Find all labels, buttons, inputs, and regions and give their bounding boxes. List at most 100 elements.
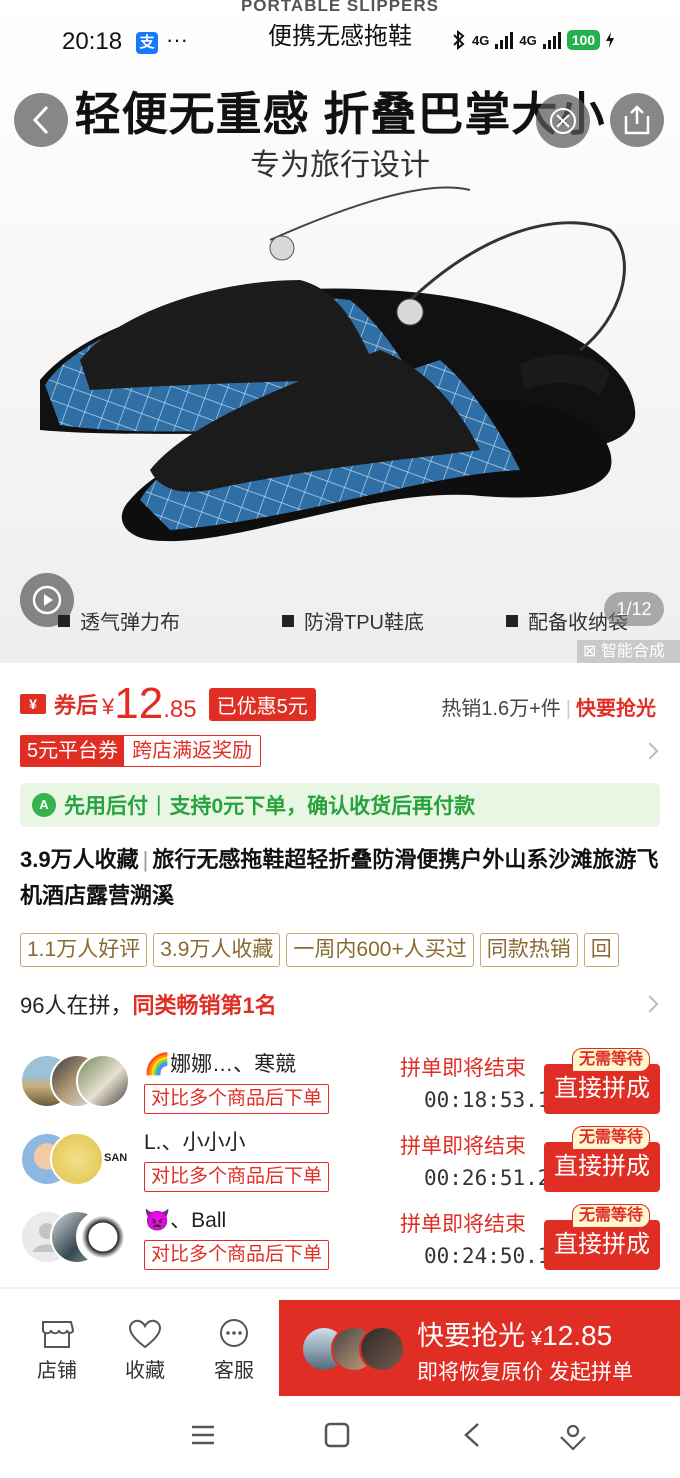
favorite-button[interactable]: 收藏 bbox=[110, 1318, 180, 1383]
store-icon bbox=[42, 1321, 75, 1348]
tag-item: 回 bbox=[583, 933, 619, 967]
buy-title: 快要抢光 ¥12.85 bbox=[417, 1320, 613, 1351]
status-indicators: 4G 4G 100 bbox=[452, 30, 615, 50]
group-count: 96人在拼， bbox=[20, 993, 133, 1018]
pay-later-banner[interactable]: A 先用后付 | 支持0元下单，确认收货后再付款 bbox=[20, 783, 660, 827]
buy-price: 12.85 bbox=[542, 1320, 613, 1351]
charging-icon bbox=[606, 32, 615, 48]
countdown-timer: 00:18:53.1 bbox=[424, 1088, 551, 1112]
coupon-amount: 5元平台券 bbox=[21, 736, 125, 766]
feature-list: 透气弹力布 防滑TPU鞋底 配备收纳袋 bbox=[0, 606, 680, 636]
back-nav-icon[interactable] bbox=[462, 1422, 482, 1448]
sales-info: 热销1.6万+件 | 快要抢光 bbox=[441, 698, 656, 720]
divider bbox=[0, 1287, 680, 1289]
group-row: 👿、Ball 对比多个商品后下单 拼单即将结束 00:24:50.1 直接拼成 … bbox=[20, 1204, 670, 1270]
sales-count: 热销1.6万+件 bbox=[441, 698, 561, 720]
group-buy-button[interactable]: 快要抢光 ¥12.85 即将恢复原价 发起拼单 bbox=[279, 1300, 680, 1396]
group-row: SAN L.、小小小 对比多个商品后下单 拼单即将结束 00:26:51.2 直… bbox=[20, 1126, 670, 1192]
feature-item: 防滑TPU鞋底 bbox=[282, 606, 424, 635]
status-time: 20:18 bbox=[62, 28, 123, 55]
avatar bbox=[76, 1210, 130, 1264]
avatar bbox=[50, 1132, 104, 1186]
avatar-stack: SAN bbox=[20, 1132, 130, 1186]
avatar bbox=[76, 1054, 130, 1108]
discount-badge: 已优惠5元 bbox=[208, 687, 316, 721]
group-member-names: 🌈娜娜…、寒競 bbox=[144, 1053, 297, 1076]
currency-symbol: ¥ bbox=[102, 694, 115, 719]
after-coupon-label: 券后 bbox=[54, 693, 99, 718]
close-overlay-button[interactable] bbox=[536, 94, 590, 148]
bullet-square-icon bbox=[58, 614, 70, 627]
share-button[interactable] bbox=[610, 93, 664, 147]
image-pager: 1/12 bbox=[604, 592, 664, 626]
product-image-gallery[interactable]: PORTABLE SLIPPERS 便携无感拖鞋 20:18 支 ··· 4G … bbox=[0, 0, 680, 663]
price-decimal: .85 bbox=[163, 696, 197, 723]
back-button[interactable] bbox=[14, 93, 68, 147]
group-member-names: 👿、Ball bbox=[144, 1209, 227, 1232]
group-ending-label: 拼单即将结束 bbox=[400, 1213, 526, 1236]
compare-tag: 对比多个商品后下单 bbox=[144, 1162, 330, 1192]
battery-indicator: 100 bbox=[566, 30, 601, 50]
buy-subtitle: 即将恢复原价 发起拼单 bbox=[417, 1361, 633, 1384]
no-wait-badge: 无需等待 bbox=[572, 1126, 651, 1150]
avatar-text: SAN bbox=[104, 1152, 128, 1164]
tag-item: 同款热销 bbox=[479, 933, 578, 967]
compare-tag: 对比多个商品后下单 bbox=[144, 1084, 330, 1114]
system-navigation-bar bbox=[0, 1400, 680, 1478]
customer-service-button[interactable]: 客服 bbox=[199, 1318, 269, 1383]
group-buy-header[interactable]: 96人在拼，同类畅销第1名 bbox=[20, 988, 277, 1020]
product-title: 3.9万人收藏 | 旅行无感拖鞋超轻折叠防滑便携户外山系沙滩旅游飞机酒店露营溯溪 bbox=[20, 847, 659, 908]
compare-tag: 对比多个商品后下单 bbox=[144, 1240, 330, 1270]
tag-item: 1.1万人好评 bbox=[20, 933, 148, 967]
network-label-1: 4G bbox=[472, 32, 490, 48]
group-ending-label: 拼单即将结束 bbox=[400, 1135, 526, 1158]
group-member-names: L.、小小小 bbox=[144, 1131, 246, 1154]
avatar bbox=[359, 1326, 405, 1372]
hot-label: 快要抢光 bbox=[576, 698, 656, 720]
avatar-stack bbox=[301, 1326, 411, 1372]
service-label: 客服 bbox=[214, 1360, 254, 1382]
bluetooth-icon bbox=[453, 30, 465, 50]
coupon-icon: ¥ bbox=[20, 694, 46, 714]
platform-coupon[interactable]: 5元平台券 跨店满返奖励 bbox=[20, 735, 262, 767]
pay-later-label: 先用后付 bbox=[64, 795, 148, 818]
rank-label: 同类畅销第1名 bbox=[132, 993, 277, 1018]
chevron-left-icon bbox=[32, 105, 49, 135]
assistant-icon[interactable] bbox=[558, 1422, 588, 1452]
avatar-stack bbox=[20, 1210, 130, 1264]
status-more: ··· bbox=[166, 27, 188, 52]
home-icon[interactable] bbox=[324, 1422, 350, 1448]
feature-item: 透气弹力布 bbox=[58, 606, 180, 635]
favorite-label: 收藏 bbox=[125, 1360, 165, 1382]
network-label-2: 4G bbox=[519, 32, 537, 48]
price-row: ¥ 券后 ¥ 12 .85 已优惠5元 热销1.6万+件 | 快要抢光 bbox=[20, 682, 670, 726]
chat-icon bbox=[220, 1319, 248, 1347]
bullet-square-icon bbox=[506, 614, 518, 627]
store-label: 店铺 bbox=[37, 1360, 77, 1382]
brand-english: PORTABLE SLIPPERS bbox=[240, 0, 440, 15]
tag-item: 一周内600+人买过 bbox=[286, 933, 474, 967]
product-tags[interactable]: 1.1万人好评 3.9万人收藏 一周内600+人买过 同款热销 回 bbox=[20, 933, 680, 969]
price-integer: 12 bbox=[114, 679, 164, 728]
countdown-timer: 00:26:51.2 bbox=[424, 1166, 551, 1190]
countdown-timer: 00:24:50.1 bbox=[424, 1244, 551, 1268]
bullet-square-icon bbox=[282, 614, 294, 627]
coupon-desc: 跨店满返奖励 bbox=[132, 740, 253, 762]
share-icon bbox=[624, 105, 650, 135]
ai-generated-tag: ⊠ 智能合成 bbox=[577, 640, 680, 663]
chevron-right-icon[interactable] bbox=[641, 995, 659, 1013]
group-row: 🌈娜娜…、寒競 对比多个商品后下单 拼单即将结束 00:18:53.1 直接拼成… bbox=[20, 1048, 670, 1114]
heart-icon bbox=[128, 1319, 162, 1349]
no-wait-badge: 无需等待 bbox=[572, 1204, 651, 1228]
chevron-right-icon[interactable] bbox=[641, 742, 659, 760]
alipay-icon: 支 bbox=[136, 32, 158, 54]
buy-currency: ¥ bbox=[531, 1328, 543, 1350]
store-button[interactable]: 店铺 bbox=[22, 1318, 92, 1383]
favorite-count: 3.9万人收藏 bbox=[20, 847, 139, 872]
signal-icon-2 bbox=[542, 31, 561, 49]
group-ending-label: 拼单即将结束 bbox=[400, 1057, 526, 1080]
bottom-action-bar: 店铺 收藏 客服 快要抢光 ¥12.85 即将恢复原价 发起拼单 bbox=[0, 1300, 680, 1396]
pay-later-text: 支持0元下单，确认收货后再付款 bbox=[169, 795, 476, 818]
menu-icon[interactable] bbox=[190, 1422, 216, 1448]
no-wait-badge: 无需等待 bbox=[572, 1048, 651, 1072]
